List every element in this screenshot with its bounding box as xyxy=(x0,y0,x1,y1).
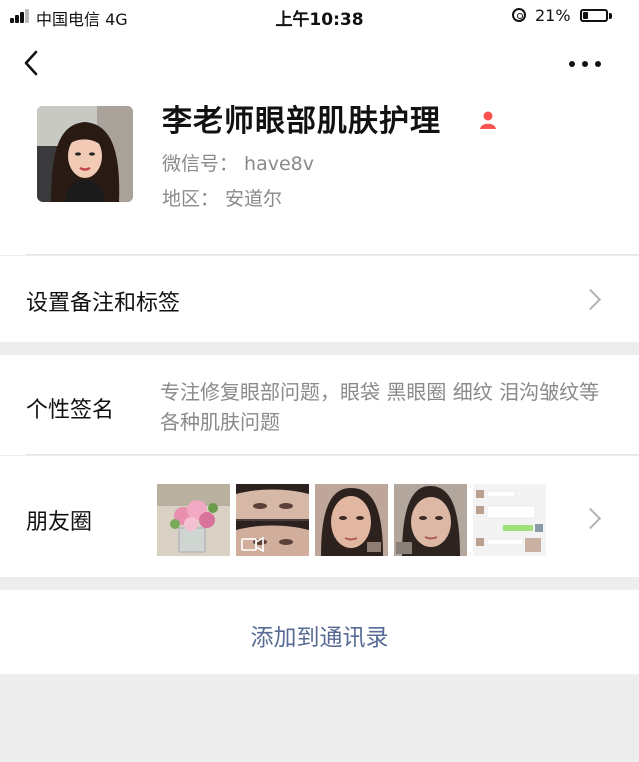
avatar[interactable] xyxy=(37,106,133,202)
moments-label: 朋友圈 xyxy=(26,510,93,535)
nav-bar xyxy=(0,32,639,92)
profile-name: 李老师眼部肌肤护理 xyxy=(162,104,441,139)
female-icon xyxy=(480,111,496,129)
rotation-lock-icon xyxy=(512,8,526,22)
moments-row[interactable]: 朋友圈 xyxy=(0,456,639,577)
moments-photo-flowers xyxy=(157,484,230,556)
signature-text: 专注修复眼部问题，眼袋 黑眼圈 细纹 泪沟皱纹等各种肌肤问题 xyxy=(160,380,600,434)
moments-video-thumb xyxy=(236,484,309,556)
region: 地区： 安道尔 xyxy=(162,188,283,210)
profile-header: 李老师眼部肌肤护理 微信号： have8v 地区： 安道尔 xyxy=(0,92,639,255)
chevron-right-icon xyxy=(579,507,602,530)
signature-row: 个性签名 专注修复眼部问题，眼袋 黑眼圈 细纹 泪沟皱纹等各种肌肤问题 xyxy=(0,355,639,455)
status-bar: 中国电信 4G 上午10:38 21% xyxy=(0,0,639,32)
battery-icon xyxy=(580,9,608,22)
chevron-left-icon xyxy=(24,50,38,76)
back-button[interactable] xyxy=(14,44,54,84)
divider xyxy=(26,454,639,455)
add-to-contacts-button[interactable]: 添加到通讯录 xyxy=(0,590,639,674)
moments-photo-face-2 xyxy=(394,484,467,556)
wechat-id: 微信号： have8v xyxy=(162,153,314,175)
divider xyxy=(26,254,639,255)
moments-photo-face-1 xyxy=(315,484,388,556)
set-remark-row[interactable]: 设置备注和标签 xyxy=(0,256,639,342)
chevron-right-icon xyxy=(579,288,602,311)
battery-percent: 21% xyxy=(535,6,571,25)
add-to-contacts-label: 添加到通讯录 xyxy=(250,625,389,651)
more-dots-icon xyxy=(569,61,575,67)
more-button[interactable] xyxy=(560,52,610,76)
signature-label: 个性签名 xyxy=(26,398,115,423)
battery-tip xyxy=(609,13,612,19)
moments-photo-chat xyxy=(473,484,546,556)
set-remark-label: 设置备注和标签 xyxy=(26,291,181,316)
